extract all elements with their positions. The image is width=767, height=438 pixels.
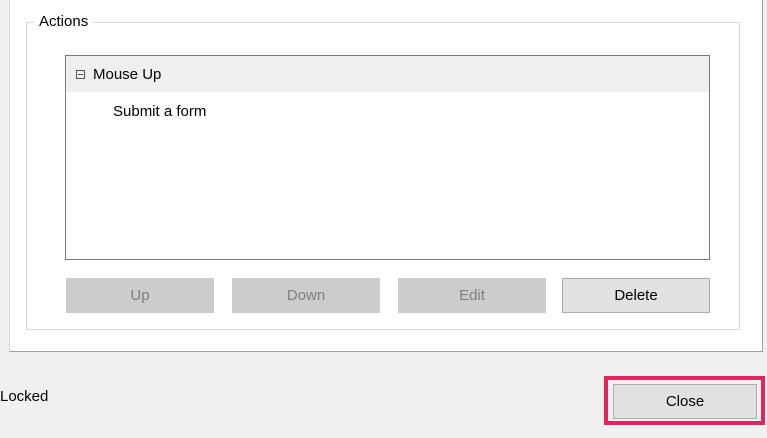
down-button[interactable]: Down xyxy=(232,278,380,313)
up-button[interactable]: Up xyxy=(66,278,214,313)
actions-panel: Actions Mouse Up Submit a form Up Down E… xyxy=(9,0,763,352)
delete-button[interactable]: Delete xyxy=(562,278,710,313)
lock-status-text: Locked xyxy=(0,388,49,405)
event-tree-node[interactable]: Mouse Up xyxy=(66,56,709,92)
actions-list[interactable]: Mouse Up Submit a form xyxy=(65,55,710,260)
list-item[interactable]: Submit a form xyxy=(113,103,206,120)
edit-button[interactable]: Edit xyxy=(398,278,546,313)
collapse-icon[interactable] xyxy=(76,69,85,79)
actions-group-title: Actions xyxy=(34,13,94,31)
event-label: Mouse Up xyxy=(93,65,162,83)
close-button[interactable]: Close xyxy=(613,384,757,419)
